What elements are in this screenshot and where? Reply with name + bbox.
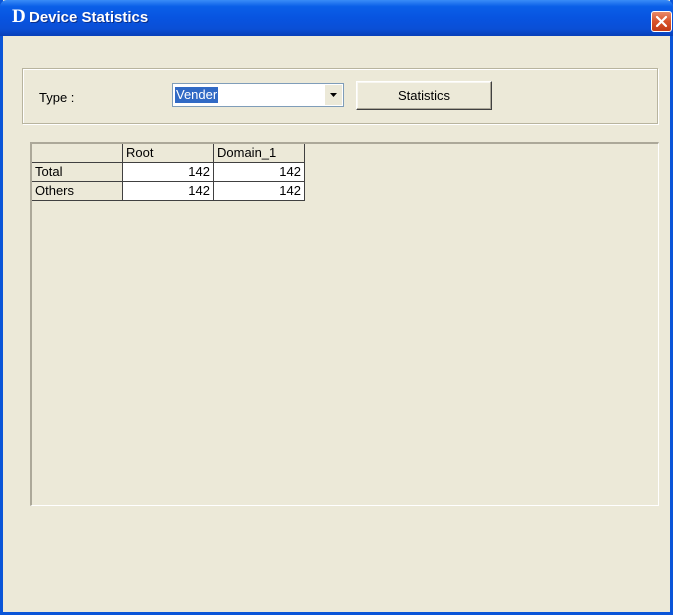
table-cell-others-root[interactable]: 142 [123,182,214,201]
chevron-down-icon [330,93,337,97]
window-title: Device Statistics [29,9,149,26]
statistics-table-panel[interactable]: Root Domain_1 Total 142 142 Others 142 1… [30,142,659,506]
table-cell-others-domain-1[interactable]: 142 [214,182,305,201]
column-header-root[interactable]: Root [123,144,214,163]
type-select-value: Vender [175,87,219,103]
close-icon [655,15,668,28]
statistics-button[interactable]: Statistics [356,81,492,110]
type-select-dropdown-button[interactable] [325,85,342,105]
close-button[interactable] [651,11,672,32]
column-header-domain-1[interactable]: Domain_1 [214,144,305,163]
table-corner-header [32,144,123,163]
row-header-total: Total [32,163,123,182]
app-logo: D [12,6,26,27]
type-select[interactable]: Vender [172,83,344,107]
title-bar[interactable]: D Device Statistics [0,0,673,36]
table-cell-total-root[interactable]: 142 [123,163,214,182]
type-label: Type : [39,90,75,105]
row-header-others: Others [32,182,123,201]
table-cell-total-domain-1[interactable]: 142 [214,163,305,182]
